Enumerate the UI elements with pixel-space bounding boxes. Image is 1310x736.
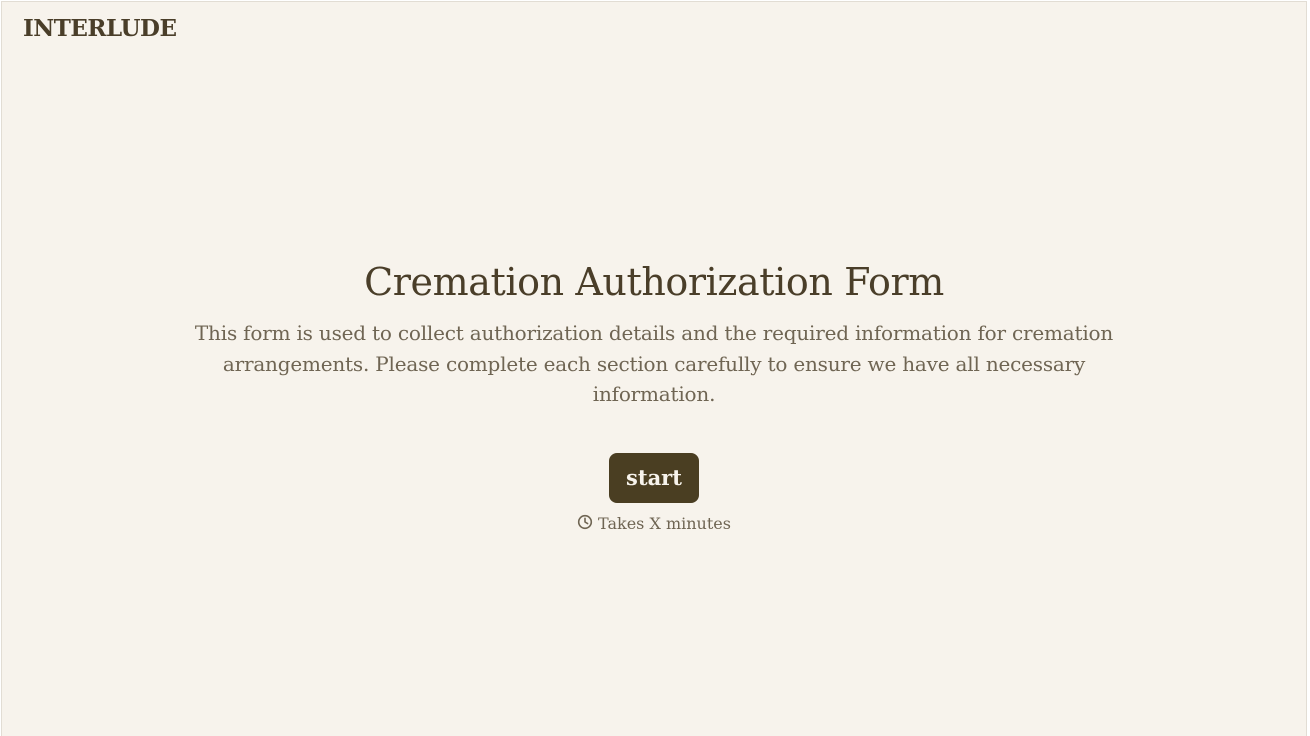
page-title: Cremation Authorization Form	[364, 260, 944, 304]
intro-section: Cremation Authorization Form This form i…	[2, 256, 1306, 533]
clock-icon	[577, 514, 593, 530]
brand-logo[interactable]: INTERLUDE	[23, 15, 177, 42]
start-button[interactable]: start	[609, 452, 699, 503]
duration-text: Takes X minutes	[598, 513, 731, 533]
duration-info: Takes X minutes	[2, 514, 1306, 533]
page-description: This form is used to collect authorizati…	[194, 321, 1114, 406]
page-frame: INTERLUDE Cremation Authorization Form T…	[1, 1, 1307, 736]
